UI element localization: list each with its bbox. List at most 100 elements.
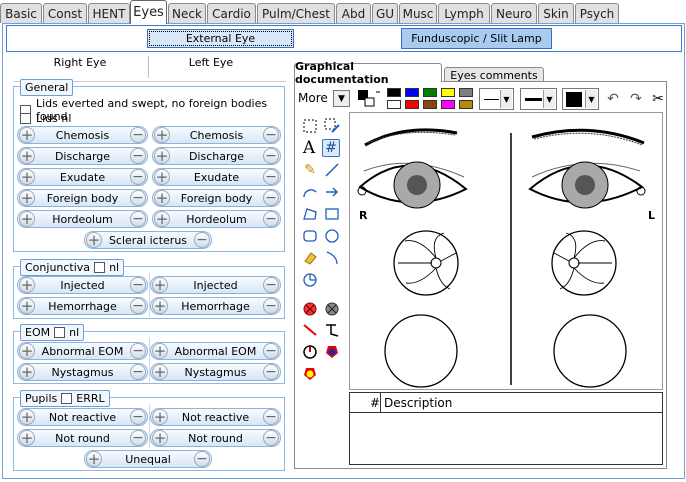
curve-icon[interactable]	[323, 249, 341, 267]
plus-icon[interactable]: +	[152, 409, 168, 425]
text-icon[interactable]: A	[300, 139, 318, 157]
line-style-dropdown[interactable]: ▼	[479, 88, 514, 110]
not-round-left[interactable]: + Not round −	[150, 429, 281, 447]
plus-icon[interactable]: +	[19, 364, 35, 380]
discharge-right[interactable]: + Discharge −	[17, 147, 148, 165]
tab-basic[interactable]: Basic	[0, 3, 42, 23]
line-width-dropdown[interactable]: ▼	[520, 88, 557, 110]
minus-icon[interactable]: −	[263, 211, 279, 227]
injected-left[interactable]: + Injected −	[150, 276, 281, 294]
injected-right[interactable]: + Injected −	[17, 276, 148, 294]
tab-psych[interactable]: Psych	[575, 3, 619, 23]
subtab-external-eye[interactable]: External Eye	[147, 29, 294, 48]
select-edit-icon[interactable]	[323, 117, 341, 135]
minus-icon[interactable]: −	[263, 190, 279, 206]
abnormal-eom-left[interactable]: + Abnormal EOM −	[150, 342, 281, 360]
foreign-body-left[interactable]: + Foreign body −	[152, 189, 281, 207]
minus-icon[interactable]: −	[263, 430, 279, 446]
more-dropdown-icon[interactable]: ▼	[333, 90, 350, 107]
arrow-icon[interactable]	[323, 183, 341, 201]
tab-skin[interactable]: Skin	[538, 3, 574, 23]
minus-icon[interactable]: −	[130, 211, 146, 227]
dropdown-arrow-icon[interactable]: ▼	[500, 90, 512, 108]
plus-icon[interactable]: +	[152, 430, 168, 446]
stamp-icon[interactable]	[323, 321, 341, 339]
tab-graphical-documentation[interactable]: Graphical documentation	[294, 60, 442, 86]
polygon-icon[interactable]	[301, 205, 319, 223]
scissors-icon[interactable]: ✂	[649, 90, 667, 108]
more-label[interactable]: More	[298, 91, 328, 105]
exudate-right[interactable]: + Exudate −	[17, 168, 148, 186]
lids-nl-checkbox[interactable]	[20, 113, 31, 124]
minus-icon[interactable]: −	[263, 127, 279, 143]
undo-icon[interactable]: ↶	[604, 90, 622, 108]
color-swatch[interactable]	[423, 88, 437, 97]
not-reactive-left[interactable]: + Not reactive −	[150, 408, 281, 426]
plus-icon[interactable]: +	[152, 277, 168, 293]
minus-icon[interactable]: −	[194, 451, 210, 467]
plus-icon[interactable]: +	[154, 190, 170, 206]
plus-icon[interactable]: +	[152, 298, 168, 314]
pencil-icon[interactable]: ✎	[301, 161, 319, 179]
minus-icon[interactable]: −	[130, 190, 146, 206]
plus-icon[interactable]: +	[152, 343, 168, 359]
tab-pulm-chest[interactable]: Pulm/Chest	[257, 3, 335, 23]
hordeolum-left[interactable]: + Hordeolum −	[152, 210, 281, 228]
minus-icon[interactable]: −	[194, 232, 210, 248]
tab-musc[interactable]: Musc	[399, 3, 437, 23]
redo-icon[interactable]: ↷	[627, 90, 645, 108]
description-table[interactable]: # Description	[349, 392, 663, 465]
minus-icon[interactable]: −	[263, 409, 279, 425]
color-swatch[interactable]	[387, 100, 401, 109]
plus-icon[interactable]: +	[19, 409, 35, 425]
not-reactive-right[interactable]: + Not reactive −	[17, 408, 148, 426]
hemorrhage-right[interactable]: + Hemorrhage −	[17, 297, 148, 315]
red-hatch-icon[interactable]	[301, 300, 319, 318]
minus-icon[interactable]: −	[130, 148, 146, 164]
chemosis-right[interactable]: + Chemosis −	[17, 126, 148, 144]
select-icon[interactable]	[301, 117, 319, 135]
color-swatch[interactable]	[459, 100, 473, 109]
minus-icon[interactable]: −	[263, 364, 279, 380]
subtab-funduscopic[interactable]: Funduscopic / Slit Lamp	[401, 28, 552, 49]
plus-icon[interactable]: +	[19, 190, 35, 206]
nystagmus-left[interactable]: + Nystagmus −	[150, 363, 281, 381]
plus-icon[interactable]: +	[152, 364, 168, 380]
tab-gu[interactable]: GU	[372, 3, 398, 23]
minus-icon[interactable]: −	[130, 343, 146, 359]
eraser-icon[interactable]	[301, 249, 319, 267]
exudate-left[interactable]: + Exudate −	[152, 168, 281, 186]
color-swatch[interactable]	[459, 88, 473, 97]
tab-const[interactable]: Const	[43, 3, 87, 23]
minus-icon[interactable]: −	[130, 127, 146, 143]
tab-neuro[interactable]: Neuro	[491, 3, 537, 23]
foreign-body-right[interactable]: + Foreign body −	[17, 189, 148, 207]
minus-icon[interactable]: −	[263, 148, 279, 164]
plus-icon[interactable]: +	[19, 169, 35, 185]
minus-icon[interactable]: −	[263, 298, 279, 314]
minus-icon[interactable]: −	[263, 277, 279, 293]
lids-nl-row[interactable]: Lids nl	[20, 112, 71, 125]
color-swatch[interactable]	[441, 100, 455, 109]
color-swatch[interactable]	[441, 88, 455, 97]
discharge-left[interactable]: + Discharge −	[152, 147, 281, 165]
hordeolum-right[interactable]: + Hordeolum −	[17, 210, 148, 228]
plus-icon[interactable]: +	[19, 211, 35, 227]
nystagmus-right[interactable]: + Nystagmus −	[17, 363, 148, 381]
color-select-icon[interactable]	[357, 88, 382, 108]
minus-icon[interactable]: −	[263, 343, 279, 359]
dropdown-arrow-icon[interactable]: ▼	[585, 90, 597, 108]
plus-icon[interactable]: +	[19, 343, 35, 359]
tab-eyes[interactable]: Eyes	[130, 0, 167, 24]
plus-icon[interactable]: +	[19, 148, 35, 164]
unequal-button[interactable]: + Unequal −	[84, 450, 212, 468]
conjunctiva-nl-checkbox[interactable]	[94, 262, 106, 273]
arc-icon[interactable]	[301, 183, 319, 201]
line-icon[interactable]	[323, 161, 341, 179]
red-line-icon[interactable]	[301, 321, 319, 339]
minus-icon[interactable]: −	[130, 169, 146, 185]
plus-icon[interactable]: +	[154, 211, 170, 227]
tab-abd[interactable]: Abd	[336, 3, 371, 23]
tab-lymph[interactable]: Lymph	[438, 3, 490, 23]
circle-icon[interactable]	[323, 227, 341, 245]
